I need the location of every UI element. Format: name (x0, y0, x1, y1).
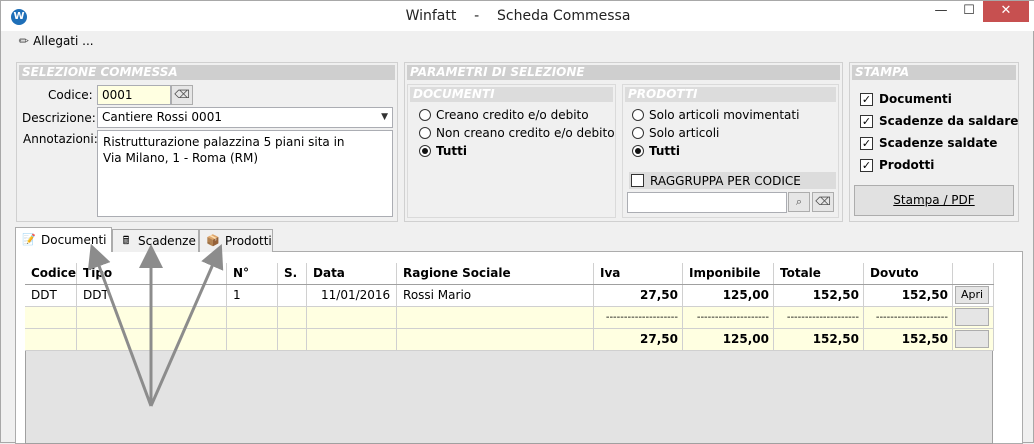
arrow-to-documenti-tab (87, 243, 153, 407)
annotation-arrows (87, 243, 224, 407)
app-window: W Winfatt - Scheda Commessa — ☐ ✕ ✎Alleg… (0, 0, 1034, 444)
arrow-to-prodotti-tab (149, 244, 224, 407)
